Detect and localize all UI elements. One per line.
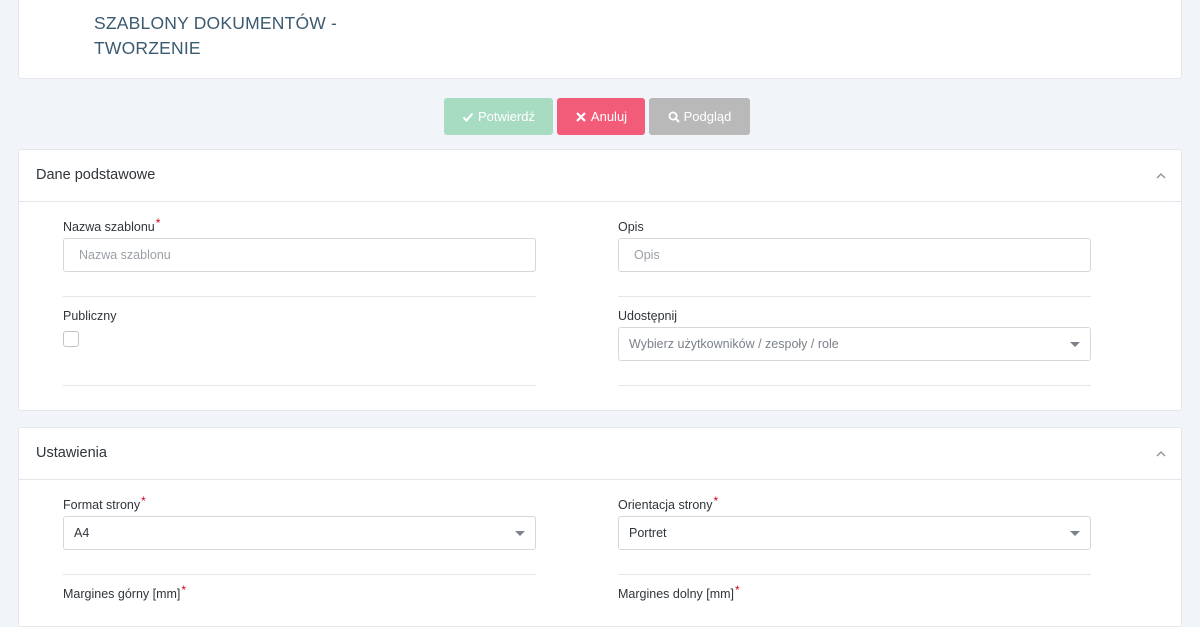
preview-button[interactable]: Podgląd: [649, 98, 750, 135]
page-format-select[interactable]: A4: [63, 516, 536, 550]
action-bar: Potwierdź Anuluj Podgląd: [444, 98, 750, 135]
header-card: SZABLONY DOKUMENTÓW - TWORZENIE: [18, 0, 1182, 79]
chevron-up-icon[interactable]: [1155, 170, 1167, 182]
divider: [63, 296, 536, 297]
basic-data-header[interactable]: Dane podstawowe: [19, 150, 1181, 202]
page-format-label: Format strony*: [63, 494, 146, 512]
page-orientation-value: Portret: [629, 526, 667, 540]
divider: [618, 296, 1091, 297]
page-title: SZABLONY DOKUMENTÓW - TWORZENIE: [94, 13, 338, 58]
public-label: Publiczny: [63, 309, 117, 323]
description-input[interactable]: [618, 238, 1091, 272]
caret-down-icon: [1070, 342, 1080, 347]
page-format-value: A4: [74, 526, 90, 540]
page-orientation-label: Orientacja strony*: [618, 494, 719, 512]
share-placeholder: Wybierz użytkowników / zespoły / role: [629, 337, 839, 351]
page-orientation-field: Orientacja strony* Portret: [618, 494, 1091, 550]
caret-down-icon: [515, 531, 525, 536]
check-icon: [462, 112, 474, 122]
close-icon: [576, 111, 586, 122]
margin-bottom-label: Margines dolny [mm]*: [618, 583, 740, 601]
basic-data-card: Dane podstawowe Nazwa szablonu* Opis Pub…: [18, 149, 1182, 411]
public-checkbox[interactable]: [63, 331, 79, 347]
settings-title: Ustawienia: [36, 445, 107, 461]
required-mark: *: [155, 216, 161, 230]
page-orientation-select[interactable]: Portret: [618, 516, 1091, 550]
cancel-label: Anuluj: [590, 109, 628, 124]
description-field: Opis: [618, 220, 1091, 272]
cancel-button[interactable]: Anuluj: [557, 98, 645, 135]
preview-label: Podgląd: [683, 109, 732, 124]
description-label: Opis: [618, 220, 644, 234]
required-mark: *: [141, 494, 146, 508]
divider: [63, 385, 536, 386]
divider: [63, 574, 536, 575]
share-field: Udostępnij Wybierz użytkowników / zespoł…: [618, 309, 1091, 361]
page-format-field: Format strony* A4: [63, 494, 536, 550]
share-label: Udostępnij: [618, 309, 678, 323]
required-mark: *: [713, 494, 719, 508]
divider: [618, 385, 1091, 386]
share-select[interactable]: Wybierz użytkowników / zespoły / role: [618, 327, 1091, 361]
template-name-input[interactable]: [63, 238, 536, 272]
margin-top-label: Margines górny [mm]*: [63, 583, 187, 601]
template-name-label: Nazwa szablonu*: [63, 216, 161, 234]
chevron-up-icon[interactable]: [1155, 448, 1167, 460]
search-icon: [668, 111, 680, 123]
margin-top-field: Margines górny [mm]*: [63, 583, 187, 605]
confirm-label: Potwierdź: [477, 109, 536, 124]
template-name-field: Nazwa szablonu*: [63, 216, 536, 272]
caret-down-icon: [1070, 531, 1080, 536]
confirm-button[interactable]: Potwierdź: [444, 98, 553, 135]
margin-bottom-field: Margines dolny [mm]*: [618, 583, 740, 605]
divider: [618, 574, 1091, 575]
settings-card: Ustawienia Format strony* A4 Orientacja …: [18, 427, 1182, 627]
settings-header[interactable]: Ustawienia: [19, 428, 1181, 480]
public-field: Publiczny: [63, 309, 117, 347]
basic-data-title: Dane podstawowe: [36, 167, 156, 183]
